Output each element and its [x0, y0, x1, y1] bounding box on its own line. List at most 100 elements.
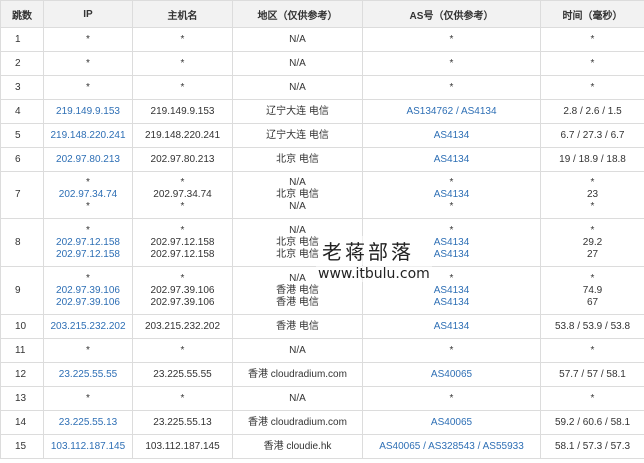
ip-link[interactable]: 202.97.80.213: [56, 154, 120, 165]
time-text: *: [590, 344, 595, 356]
as-cell: *: [362, 338, 541, 363]
ip-link[interactable]: 23.225.55.55: [59, 369, 117, 380]
ip-link[interactable]: 202.97.39.106: [56, 297, 120, 308]
time-text: *: [590, 392, 595, 404]
ip-text: *: [86, 392, 90, 404]
ip-text: *: [86, 57, 90, 69]
ip-cell: 103.112.187.145: [43, 434, 133, 459]
as-cell: AS40065 / AS328543 / AS55933: [362, 434, 541, 459]
ip-text: *: [86, 272, 90, 284]
time-text: 2.8 / 2.6 / 1.5: [563, 105, 622, 117]
as-cell: *: [362, 75, 541, 100]
region-cell: 香港 cloudradium.com: [232, 362, 363, 387]
time-text: *: [590, 57, 595, 69]
table-row: 12 23.225.55.55 23.225.55.55 香港 cloudradium…: [0, 362, 644, 387]
as-link[interactable]: AS134762 / AS4134: [406, 106, 496, 117]
as-link[interactable]: AS40065: [431, 417, 472, 428]
region-cell: N/A: [232, 338, 363, 363]
table-row: 15 103.112.187.145 103.112.187.145 香港 cloud…: [0, 434, 644, 459]
as-link[interactable]: AS4134: [434, 249, 470, 260]
ip-link[interactable]: 202.97.39.106: [56, 285, 120, 296]
as-text: *: [449, 344, 454, 356]
as-link[interactable]: AS4134: [434, 130, 470, 141]
ip-link[interactable]: 23.225.55.13: [59, 417, 117, 428]
as-text: *: [449, 177, 454, 188]
region-cell: 辽宁大连 电信: [232, 99, 363, 124]
region-cell: N/A: [232, 51, 363, 76]
hostname-cell: 219.149.9.153: [132, 99, 233, 124]
time-cell: * 74.9 67: [540, 266, 644, 315]
region-text: N/A: [289, 33, 306, 45]
ip-text: *: [86, 201, 90, 212]
as-link[interactable]: AS4134: [434, 285, 470, 296]
hop-number: 10: [0, 314, 44, 339]
as-link[interactable]: AS40065: [431, 369, 472, 380]
header-hop: 跳数: [0, 0, 44, 28]
ip-text: *: [86, 177, 90, 188]
time-cell: 59.2 / 60.6 / 58.1: [540, 410, 644, 435]
region-text: N/A: [289, 224, 306, 236]
as-cell: * AS4134 *: [362, 171, 541, 219]
hop-number: 3: [0, 75, 44, 100]
region-text: 香港 cloudie.hk: [263, 440, 332, 452]
time-cell: 2.8 / 2.6 / 1.5: [540, 99, 644, 124]
table-row: 10 203.215.232.202 203.215.232.202 香港 电信 AS4…: [0, 314, 644, 339]
hop-number: 4: [0, 99, 44, 124]
hostname-cell: *: [132, 75, 233, 100]
ip-link[interactable]: 203.215.232.202: [50, 321, 125, 332]
time-cell: 58.1 / 57.3 / 57.3: [540, 434, 644, 459]
hop-number: 1: [0, 27, 44, 52]
ip-text: *: [86, 81, 90, 93]
hostname-text: 202.97.39.106: [150, 284, 215, 296]
ip-link[interactable]: 202.97.12.158: [56, 237, 120, 248]
hop-number: 2: [0, 51, 44, 76]
hostname-cell: 219.148.220.241: [132, 123, 233, 148]
time-text: 53.8 / 53.9 / 53.8: [554, 320, 631, 332]
hostname-text: *: [180, 272, 185, 284]
ip-cell: 219.148.220.241: [43, 123, 133, 148]
hostname-text: 202.97.12.158: [150, 248, 215, 260]
hop-number: 13: [0, 386, 44, 411]
ip-link[interactable]: 103.112.187.145: [51, 441, 125, 452]
ip-link[interactable]: 202.97.12.158: [56, 249, 120, 260]
as-cell: AS40065: [362, 410, 541, 435]
hostname-text: *: [180, 344, 185, 356]
region-cell: N/A 北京 电信 N/A: [232, 171, 363, 219]
header-as: AS号（仅供参考）: [362, 0, 541, 28]
hop-number: 8: [0, 218, 44, 267]
as-link[interactable]: AS40065 / AS328543 / AS55933: [379, 441, 524, 452]
region-text: N/A: [289, 392, 306, 404]
region-text: 香港 cloudradium.com: [248, 416, 347, 428]
hostname-cell: *: [132, 27, 233, 52]
hostname-cell: 23.225.55.55: [132, 362, 233, 387]
ip-cell: 23.225.55.55: [43, 362, 133, 387]
time-text: 67: [586, 296, 599, 308]
as-link[interactable]: AS4134: [434, 321, 470, 332]
region-text: N/A: [289, 344, 306, 356]
time-cell: *: [540, 75, 644, 100]
ip-cell: *: [43, 75, 133, 100]
as-cell: AS4134: [362, 314, 541, 339]
hop-number: 15: [0, 434, 44, 459]
region-text: 香港 cloudradium.com: [248, 368, 347, 380]
ip-link[interactable]: 219.149.9.153: [56, 106, 120, 117]
ip-link[interactable]: 202.97.34.74: [59, 189, 117, 200]
as-link[interactable]: AS4134: [434, 154, 470, 165]
as-link[interactable]: AS4134: [434, 297, 470, 308]
table-row: 13 * * N/A * *: [0, 386, 644, 411]
time-text: 58.1 / 57.3 / 57.3: [554, 440, 631, 452]
hop-number: 11: [0, 338, 44, 363]
hostname-cell: * 202.97.34.74 *: [132, 171, 233, 219]
hostname-text: 219.149.9.153: [150, 105, 215, 117]
as-link[interactable]: AS4134: [434, 237, 470, 248]
hostname-text: *: [180, 201, 185, 212]
ip-cell: 202.97.80.213: [43, 147, 133, 172]
ip-link[interactable]: 219.148.220.241: [50, 130, 125, 141]
as-cell: *: [362, 51, 541, 76]
time-text: 59.2 / 60.6 / 58.1: [554, 416, 631, 428]
hostname-text: 103.112.187.145: [145, 440, 220, 452]
as-text: *: [449, 201, 454, 212]
as-link[interactable]: AS4134: [434, 189, 470, 200]
ip-cell: *: [43, 386, 133, 411]
hop-number: 5: [0, 123, 44, 148]
